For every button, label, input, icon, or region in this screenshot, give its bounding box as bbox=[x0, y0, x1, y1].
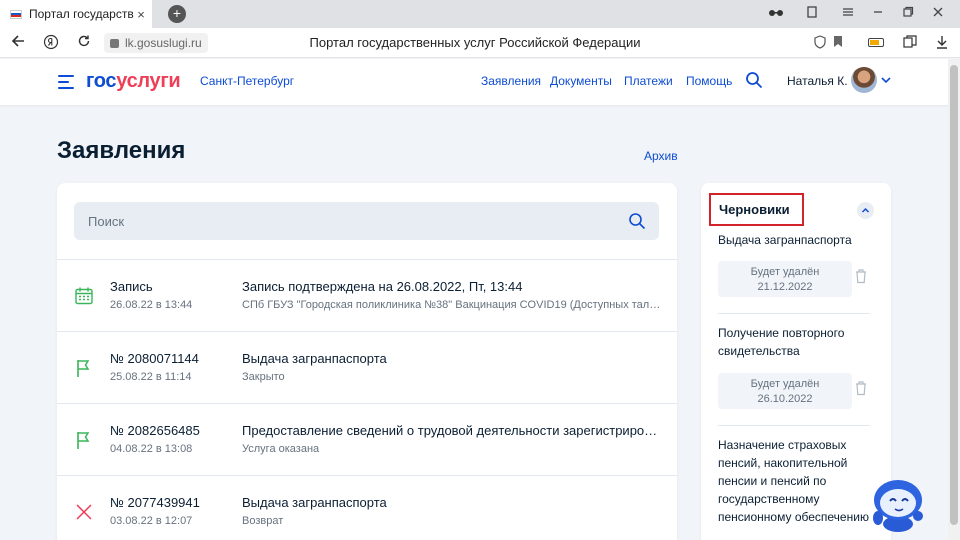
address-bar: lk.gosuslugi.ru Портал государственных у… bbox=[0, 28, 960, 58]
flag-icon bbox=[74, 358, 94, 378]
collections-icon[interactable] bbox=[901, 35, 919, 52]
draft-item-name[interactable]: Получение повторного свидетельства bbox=[718, 324, 878, 360]
close-window-icon[interactable] bbox=[928, 6, 948, 21]
row-subtitle: Возврат bbox=[242, 515, 284, 527]
row-number: № 2080071144 bbox=[110, 351, 199, 366]
page-title: Заявления bbox=[57, 137, 186, 164]
table-row[interactable]: № 2082656485 04.08.22 в 13:08 Предоставл… bbox=[57, 403, 677, 475]
table-row[interactable]: № 2077439941 03.08.22 в 12:07 Выдача заг… bbox=[57, 475, 677, 540]
tab-close-icon[interactable]: × bbox=[134, 7, 148, 22]
row-subtitle: Закрыто bbox=[242, 371, 285, 383]
new-tab-button[interactable]: + bbox=[168, 5, 186, 23]
row-number: № 2077439941 bbox=[110, 495, 200, 510]
table-row[interactable]: Запись 26.08.22 в 13:44 Запись подтвержд… bbox=[57, 259, 677, 331]
row-number: № 2082656485 bbox=[110, 423, 200, 438]
menu-icon[interactable] bbox=[838, 6, 858, 21]
trash-icon[interactable] bbox=[854, 380, 868, 396]
calendar-icon bbox=[74, 286, 94, 306]
search-input[interactable] bbox=[74, 202, 659, 240]
row-date: 03.08.22 в 12:07 bbox=[110, 515, 193, 527]
robot-assistant-icon[interactable] bbox=[866, 474, 930, 534]
table-row[interactable]: № 2080071144 25.08.22 в 11:14 Выдача заг… bbox=[57, 331, 677, 403]
scrollbar-thumb[interactable] bbox=[950, 65, 958, 525]
chevron-up-icon[interactable] bbox=[857, 202, 874, 219]
row-date: 26.08.22 в 13:44 bbox=[110, 299, 193, 311]
protect-shield-icon[interactable] bbox=[811, 35, 829, 52]
flag-icon bbox=[74, 430, 94, 450]
russia-flag-icon bbox=[10, 9, 22, 19]
row-title: Выдача загранпаспорта bbox=[242, 495, 387, 510]
divider bbox=[718, 313, 870, 314]
chevron-down-icon[interactable] bbox=[880, 73, 892, 85]
gosuslugi-logo[interactable]: госуслуги bbox=[86, 70, 181, 93]
search-icon[interactable] bbox=[745, 71, 763, 89]
row-title: Запись подтверждена на 26.08.2022, Пт, 1… bbox=[242, 279, 523, 294]
search-icon[interactable] bbox=[628, 212, 646, 230]
bookmarks-icon[interactable] bbox=[802, 6, 822, 21]
browser-tab[interactable]: Портал государственны × bbox=[0, 0, 152, 28]
site-header: госуслуги Санкт-Петербург Заявления Доку… bbox=[0, 59, 948, 105]
drafts-panel: Черновики Выдача загранпаспорта Будет уд… bbox=[701, 183, 891, 540]
draft-item-name[interactable]: Назначение страховых пенсий, накопительн… bbox=[718, 436, 878, 526]
nav-applications[interactable]: Заявления bbox=[481, 74, 541, 88]
minimize-icon[interactable] bbox=[868, 6, 888, 21]
nav-documents[interactable]: Документы bbox=[550, 74, 612, 88]
browser-page-title: Портал государственных услуг Российской … bbox=[309, 35, 641, 50]
nav-help[interactable]: Помощь bbox=[686, 74, 732, 88]
trash-icon[interactable] bbox=[854, 268, 868, 284]
divider bbox=[718, 425, 870, 426]
row-title: Предоставление сведений о трудовой деяте… bbox=[242, 423, 662, 438]
battery-icon bbox=[868, 38, 884, 47]
draft-delete-badge: Будет удалён 21.12.2022 bbox=[718, 261, 852, 297]
row-title: Выдача загранпаспорта bbox=[242, 351, 387, 366]
city-selector[interactable]: Санкт-Петербург bbox=[200, 74, 294, 88]
page-scrollbar[interactable] bbox=[948, 59, 960, 540]
bookmark-icon[interactable] bbox=[829, 35, 847, 51]
row-date: 04.08.22 в 13:08 bbox=[110, 443, 193, 455]
row-subtitle: Услуга оказана bbox=[242, 443, 320, 455]
download-icon[interactable] bbox=[933, 35, 951, 52]
drafts-title: Черновики bbox=[719, 202, 790, 217]
avatar[interactable] bbox=[851, 67, 877, 93]
nav-payments[interactable]: Платежи bbox=[624, 74, 673, 88]
row-subtitle: СПб ГБУЗ "Городская поликлиника №38" Вак… bbox=[242, 299, 662, 311]
draft-item-name[interactable]: Выдача загранпаспорта bbox=[718, 231, 878, 249]
browser-tabbar: Портал государственны × + bbox=[0, 0, 960, 28]
tab-title: Портал государственны bbox=[29, 7, 134, 21]
row-number: Запись bbox=[110, 279, 153, 294]
burger-menu-icon[interactable] bbox=[58, 75, 74, 93]
row-date: 25.08.22 в 11:14 bbox=[110, 371, 192, 383]
draft-delete-badge: Будет удалён 26.10.2022 bbox=[718, 373, 852, 409]
applications-card: Запись 26.08.22 в 13:44 Запись подтвержд… bbox=[57, 183, 677, 540]
cross-icon bbox=[74, 502, 94, 522]
reader-glasses-icon[interactable] bbox=[766, 6, 786, 21]
user-name[interactable]: Наталья К. bbox=[787, 74, 848, 88]
restore-icon[interactable] bbox=[898, 6, 918, 21]
archive-link[interactable]: Архив bbox=[644, 149, 678, 163]
